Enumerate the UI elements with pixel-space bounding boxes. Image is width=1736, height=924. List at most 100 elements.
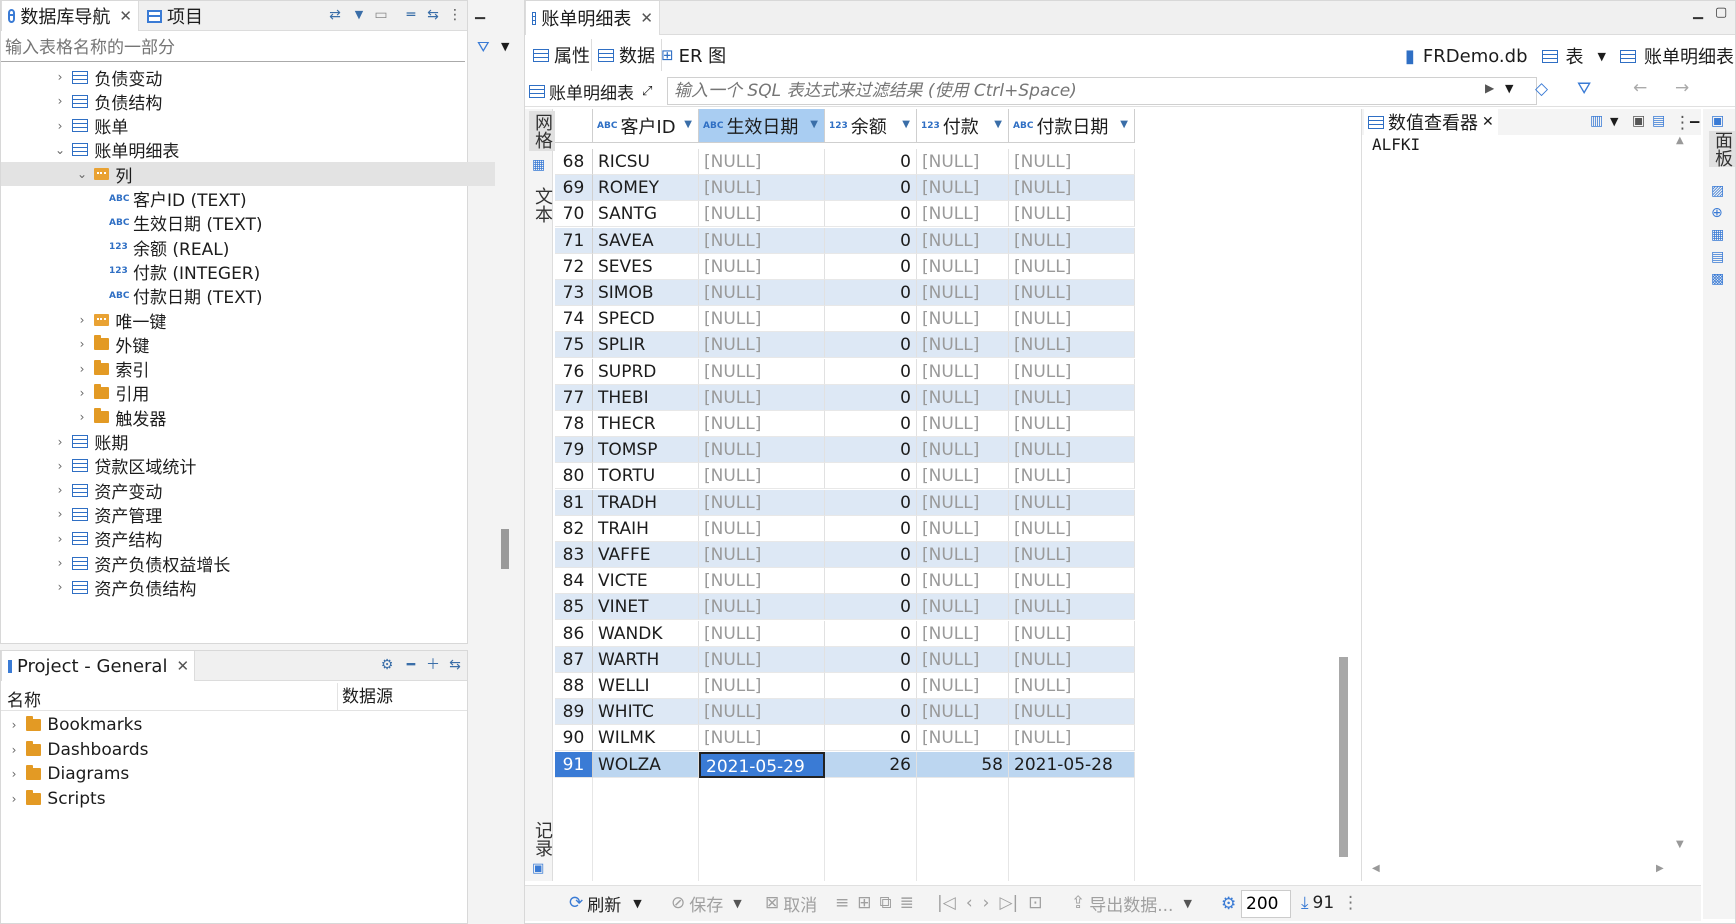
grid-cell[interactable]: 0	[825, 437, 917, 464]
minimize-icon[interactable]: ▁	[475, 5, 485, 20]
table-row[interactable]: 70 SANTG [NULL] 0 [NULL] [NULL]	[555, 201, 1135, 228]
chevron-right-icon[interactable]: ›	[53, 459, 67, 473]
grid-cell[interactable]: WANDK	[593, 620, 699, 647]
tree-item[interactable]: ABC 付款日期 (TEXT)	[1, 284, 495, 308]
table-row[interactable]: 82 TRAIH [NULL] 0 [NULL] [NULL]	[555, 515, 1135, 542]
sql-filter-input[interactable]	[667, 77, 1537, 105]
chevron-right-icon[interactable]: ›	[53, 532, 67, 546]
tree-item[interactable]: › 贷款区域统计	[1, 454, 495, 478]
tab-database-navigator[interactable]: 数据库导航 ✕	[1, 1, 139, 31]
filter-history-chevron-icon[interactable]: ▼	[1505, 82, 1513, 95]
grid-cell[interactable]: [NULL]	[917, 699, 1009, 726]
grid-cell[interactable]: 0	[825, 306, 917, 333]
row-number[interactable]: 80	[555, 463, 593, 490]
grid-cell[interactable]: [NULL]	[1009, 411, 1135, 437]
table-row[interactable]: 80 TORTU [NULL] 0 [NULL] [NULL]	[555, 463, 1135, 490]
scroll-up-icon[interactable]: ▲	[1676, 135, 1684, 146]
viewer-hscroll[interactable]: ◀ ▶	[1372, 863, 1672, 877]
grid-cell[interactable]: [NULL]	[1009, 463, 1135, 490]
project-item[interactable]: › Scripts	[1, 787, 467, 811]
grid-cell[interactable]: 0	[825, 515, 917, 542]
navigator-scrollbar[interactable]	[501, 529, 509, 569]
tree-item[interactable]: › 账单	[1, 114, 495, 138]
grid-cell[interactable]: [NULL]	[699, 489, 825, 516]
table-row[interactable]: 69 ROMEY [NULL] 0 [NULL] [NULL]	[555, 175, 1135, 202]
grid-cell[interactable]: [NULL]	[699, 332, 825, 359]
tree-item[interactable]: › 资产负债结构	[1, 575, 495, 600]
grid-cell[interactable]: WILMK	[593, 725, 699, 752]
breadcrumb-type[interactable]: 表	[1566, 43, 1584, 69]
grid-cell[interactable]: VAFFE	[593, 542, 699, 568]
minimize-icon[interactable]: ▁	[1693, 5, 1703, 20]
grid-cell[interactable]: SPLIR	[593, 332, 699, 359]
table-row[interactable]: 76 SUPRD [NULL] 0 [NULL] [NULL]	[555, 358, 1135, 385]
export-dropdown-chevron-icon[interactable]: ▼	[1183, 897, 1191, 910]
row-number[interactable]: 91	[555, 751, 593, 778]
refresh-button[interactable]: ⟳ 刷新 ▼	[569, 886, 642, 920]
grid-cell[interactable]: [NULL]	[1009, 358, 1135, 385]
auto-apply-icon[interactable]: ▤	[1652, 113, 1665, 129]
grid-cell[interactable]: 2021-05-28	[1009, 751, 1135, 778]
close-icon[interactable]: ✕	[176, 657, 189, 675]
grid-cell[interactable]: [NULL]	[699, 568, 825, 595]
row-number[interactable]: 70	[555, 201, 593, 228]
grid-cell[interactable]: [NULL]	[699, 515, 825, 542]
column-header-name[interactable]: 名称	[7, 686, 41, 711]
tree-item[interactable]: 123 余额 (REAL)	[1, 235, 495, 260]
grid-cell[interactable]: 0	[825, 594, 917, 621]
row-number[interactable]: 84	[555, 568, 593, 595]
grid-cell[interactable]: [NULL]	[917, 542, 1009, 568]
back-arrow-icon[interactable]: ←	[1633, 78, 1647, 98]
row-number[interactable]: 85	[555, 594, 593, 621]
grid-cell[interactable]: TORTU	[593, 463, 699, 490]
grid-cell[interactable]: WHITC	[593, 699, 699, 726]
tree-item[interactable]: › 外键	[1, 332, 495, 357]
column-header[interactable]: 123 余额 ▼	[825, 109, 917, 143]
grid-cell[interactable]: [NULL]	[1009, 253, 1135, 280]
save-button[interactable]: ⊘ 保存 ▼	[671, 886, 742, 920]
table-row[interactable]: 78 THECR [NULL] 0 [NULL] [NULL]	[555, 411, 1135, 437]
tree-item[interactable]: ⌄ 列	[1, 162, 495, 187]
grid-cell[interactable]: 0	[825, 149, 917, 175]
grid-cell[interactable]: 0	[825, 568, 917, 595]
row-number[interactable]: 83	[555, 542, 593, 568]
grid-cell[interactable]: [NULL]	[699, 227, 825, 254]
table-row[interactable]: 81 TRADH [NULL] 0 [NULL] [NULL]	[555, 489, 1135, 516]
subtab-er-diagram[interactable]: ⊞ ER 图	[655, 39, 732, 71]
maximize-icon[interactable]: ▢	[1715, 5, 1727, 20]
tree-item[interactable]: › 资产负债权益增长	[1, 551, 495, 576]
chevron-right-icon[interactable]: ›	[53, 507, 67, 521]
project-item[interactable]: › Dashboards	[1, 738, 467, 762]
grid-cell[interactable]: [NULL]	[1009, 306, 1135, 333]
grid-cell[interactable]: [NULL]	[917, 568, 1009, 595]
sort-filter-icon[interactable]: ▼	[902, 119, 910, 130]
tab-project[interactable]: 项目	[141, 1, 221, 31]
column-header[interactable]: ABC 客户ID ▼	[593, 109, 699, 143]
viewer-dropdown-chevron-icon[interactable]: ▼	[1610, 115, 1618, 128]
row-number[interactable]: 77	[555, 384, 593, 411]
grid-cell[interactable]: [NULL]	[1009, 646, 1135, 673]
grid-cell[interactable]: [NULL]	[699, 253, 825, 280]
table-row[interactable]: 90 WILMK [NULL] 0 [NULL] [NULL]	[555, 725, 1135, 752]
column-header[interactable]: 123 付款 ▼	[917, 109, 1009, 143]
grid-cell[interactable]: [NULL]	[917, 515, 1009, 542]
grid-cell[interactable]: TRAIH	[593, 515, 699, 542]
add-row-icon[interactable]: ⊞	[857, 893, 871, 913]
row-number[interactable]: 74	[555, 306, 593, 333]
last-page-icon[interactable]: ▷|	[999, 893, 1018, 913]
grid-cell[interactable]: [NULL]	[699, 201, 825, 228]
table-row[interactable]: 85 VINET [NULL] 0 [NULL] [NULL]	[555, 594, 1135, 621]
grid-cell[interactable]: [NULL]	[699, 280, 825, 306]
grid-cell[interactable]: 0	[825, 332, 917, 359]
grid-cell[interactable]: [NULL]	[1009, 725, 1135, 752]
grid-cell[interactable]: [NULL]	[699, 699, 825, 726]
grid-cell[interactable]: 0	[825, 227, 917, 254]
side-tab-text[interactable]: 文本	[529, 187, 555, 223]
chevron-down-icon[interactable]: ⌄	[75, 167, 89, 181]
grid-cell[interactable]: 0	[825, 489, 917, 516]
grid-cell[interactable]: [NULL]	[1009, 542, 1135, 568]
expand-filter-icon[interactable]: ⤢	[642, 84, 652, 99]
chevron-right-icon[interactable]: ›	[75, 313, 89, 327]
grid-cell[interactable]: [NULL]	[917, 620, 1009, 647]
grid-cell[interactable]: WARTH	[593, 646, 699, 673]
